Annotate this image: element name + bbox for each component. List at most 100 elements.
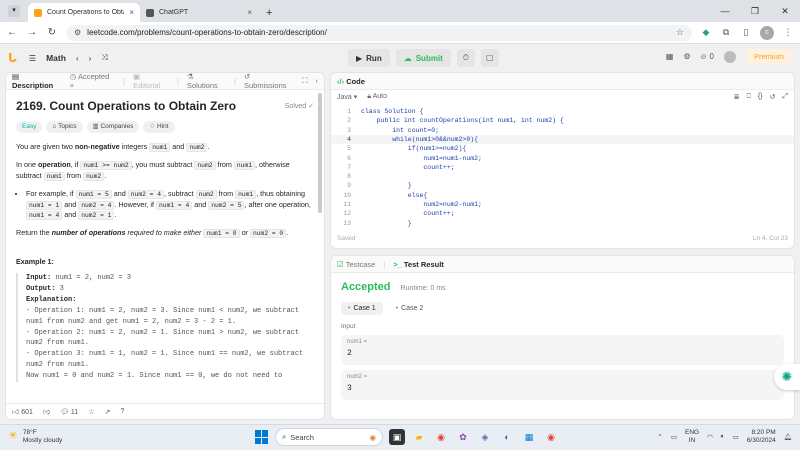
tab-accepted[interactable]: ◷ Accepted ×	[70, 73, 115, 90]
tab-testcase[interactable]: ☑ Testcase	[337, 260, 375, 269]
line-text[interactable]: num1=num1-num2;	[351, 154, 482, 163]
bookmark-star-icon[interactable]: ☆	[676, 27, 684, 38]
battery-icon[interactable]: ▭	[733, 433, 739, 441]
case-1-button[interactable]: • Case 1	[341, 302, 383, 315]
code-line[interactable]: 9 }	[331, 181, 794, 190]
code-line[interactable]: 12 count++;	[331, 209, 794, 218]
tab-test-result[interactable]: >_ Test Result	[393, 260, 444, 269]
line-text[interactable]	[351, 172, 361, 181]
input-box-num2[interactable]: num2 = 3	[341, 370, 784, 400]
line-text[interactable]: count++;	[351, 209, 454, 218]
new-tab-button[interactable]: +	[258, 7, 280, 22]
help-icon[interactable]: ?	[120, 408, 124, 415]
maximize-panel-icon[interactable]: ⛶	[302, 76, 307, 86]
taskbar-search[interactable]: ⌕ Search ◉	[275, 428, 383, 446]
reload-icon[interactable]: ↻	[46, 27, 58, 38]
code-line[interactable]: 2 public int countOperations(int num1, i…	[331, 116, 794, 125]
line-text[interactable]: }	[351, 219, 412, 228]
windows-start-icon[interactable]	[255, 430, 269, 444]
description-scrollbar[interactable]	[318, 93, 322, 213]
tray-app-icon[interactable]: ▭	[671, 433, 677, 441]
site-info-icon[interactable]: ⚙	[74, 28, 81, 37]
close-window-icon[interactable]: ✕	[770, 0, 800, 22]
code-line[interactable]: 7 count++;	[331, 163, 794, 172]
line-text[interactable]: }	[351, 181, 412, 190]
tray-overflow-icon[interactable]: ⌃	[657, 433, 662, 441]
wifi-icon[interactable]: ◠	[707, 433, 713, 441]
line-text[interactable]: num2=num2-num1;	[351, 200, 482, 209]
profile-avatar[interactable]: c	[760, 25, 774, 40]
line-text[interactable]: if(num1>=num2){	[351, 144, 467, 153]
forward-icon[interactable]: →	[26, 27, 38, 38]
auto-mode-toggle[interactable]: 🔒︎ Auto	[367, 93, 387, 101]
tab-submissions[interactable]: ↺ Submissions	[244, 73, 294, 90]
hint-tag[interactable]: ♢ Hint	[143, 121, 175, 133]
problem-title[interactable]: 2169. Count Operations to Obtain Zero	[16, 98, 236, 115]
favorite-star-icon[interactable]: ☆	[88, 408, 94, 416]
language-indicator[interactable]: ENG IN	[685, 429, 699, 445]
close-tab-icon[interactable]: ×	[247, 8, 252, 17]
share-icon[interactable]: ↗	[104, 408, 110, 416]
code-line[interactable]: 10 else{	[331, 191, 794, 200]
extension-icon[interactable]: ◆	[700, 27, 712, 39]
next-problem-icon[interactable]: ›	[89, 54, 92, 63]
line-text[interactable]: public int countOperations(int num1, int…	[351, 116, 564, 125]
clock[interactable]: 8:20 PM 6/30/2024	[747, 429, 776, 445]
bookmark-icon[interactable]: ⎕	[747, 93, 751, 101]
back-icon[interactable]: ←	[6, 27, 18, 38]
extensions-puzzle-icon[interactable]: ⧉	[720, 27, 732, 39]
comments-button[interactable]: 💬︎ 11	[60, 408, 78, 416]
notification-icon[interactable]: 🔔︎	[784, 433, 792, 441]
url-bar[interactable]: ⚙ leetcode.com/problems/count-operations…	[66, 24, 692, 41]
store-icon[interactable]: ▦	[521, 429, 537, 445]
expand-icon[interactable]: ⤢	[782, 93, 788, 101]
file-explorer-icon[interactable]: ▰	[411, 429, 427, 445]
language-select[interactable]: Java ▾	[337, 93, 357, 101]
timer-icon[interactable]: ⏱	[456, 49, 475, 67]
code-line[interactable]: 11 num2=num2-num1;	[331, 200, 794, 209]
collapse-panel-icon[interactable]: ‹	[316, 76, 319, 86]
sidebar-icon[interactable]: ▯	[740, 27, 752, 39]
browser-menu-icon[interactable]: ⋮	[782, 27, 794, 39]
run-button[interactable]: ▶ Run	[348, 49, 390, 67]
maximize-icon[interactable]: ❐	[740, 0, 770, 22]
problem-list-icon[interactable]: ☰	[29, 54, 36, 63]
braces-icon[interactable]: {}	[758, 93, 763, 101]
streak-fire-icon[interactable]: 🔥︎	[701, 52, 707, 62]
notes-icon[interactable]: ▢	[480, 49, 499, 67]
submit-button[interactable]: ☁ Submit	[395, 49, 451, 67]
premium-button[interactable]: Premium	[745, 49, 792, 64]
chrome-alt-icon[interactable]: ◉	[543, 429, 559, 445]
code-line[interactable]: 1 class Solution {	[331, 107, 794, 116]
reset-icon[interactable]: ↺	[770, 93, 776, 101]
code-editor[interactable]: 1 class Solution {2 public int countOpera…	[331, 104, 794, 232]
line-text[interactable]: while(num1>0&&num2>0){	[351, 135, 478, 144]
chrome-icon[interactable]: ◉	[433, 429, 449, 445]
like-button[interactable]: 👍︎ 601	[12, 407, 33, 416]
tab-leetcode[interactable]: Count Operations to Obtain Ze ×	[28, 3, 140, 22]
volume-icon[interactable]: 🔈︎	[721, 433, 725, 441]
weather-widget[interactable]: ☀ 78°F Mostly cloudy	[8, 429, 62, 445]
case-2-button[interactable]: • Case 2	[389, 302, 431, 315]
companies-tag[interactable]: ▥ Companies	[86, 121, 140, 133]
code-line[interactable]: 4 while(num1>0&&num2>0){	[331, 134, 794, 145]
close-tab-icon[interactable]: ×	[70, 81, 74, 90]
chatgpt-extension-icon[interactable]: ✺	[774, 364, 800, 390]
code-tab[interactable]: ‹/› Code	[337, 77, 365, 86]
tab-editorial[interactable]: ▣ Editorial	[133, 73, 169, 90]
line-text[interactable]: class Solution {	[351, 107, 423, 116]
layout-grid-icon[interactable]: ▦	[666, 52, 674, 61]
tab-description[interactable]: ▤ Description	[12, 73, 62, 90]
url-text[interactable]: leetcode.com/problems/count-operations-t…	[87, 28, 670, 37]
code-line[interactable]: 6 num1=num1-num2;	[331, 154, 794, 163]
task-view-icon[interactable]: ▣	[389, 429, 405, 445]
minimize-icon[interactable]: —	[710, 0, 740, 22]
topics-tag[interactable]: ⌂ Topics	[46, 121, 83, 133]
code-line[interactable]: 13 }	[331, 219, 794, 228]
prev-problem-icon[interactable]: ‹	[76, 54, 79, 63]
user-avatar-icon[interactable]	[723, 50, 736, 63]
tab-solutions[interactable]: ⚗ Solutions	[187, 73, 226, 90]
close-tab-icon[interactable]: ×	[129, 8, 134, 17]
tab-chatgpt[interactable]: ChatGPT ×	[140, 3, 258, 22]
code-line[interactable]: 3 int count=0;	[331, 126, 794, 135]
